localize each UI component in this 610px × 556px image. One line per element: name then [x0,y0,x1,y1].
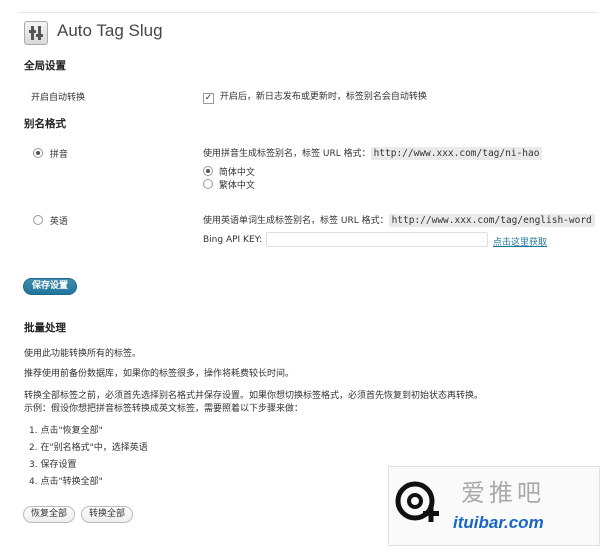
batch-processing-heading: 批量处理 [24,322,66,334]
bing-api-key-input[interactable] [266,232,488,247]
conversion-note-text: 转换全部标签之前，必须首先选择别名格式并保存设置。如果你想切换标签格式，必须首先… [24,391,484,401]
english-radio[interactable] [33,215,43,225]
restore-all-button[interactable]: 恢复全部 [23,506,76,523]
pinyin-description-row: 使用拼音生成标签别名，标签 URL 格式： http://www.xxx.com/… [203,146,543,160]
pinyin-url-example: http://www.xxx.com/tag/ni-hao [370,147,543,160]
pinyin-radio[interactable] [33,148,43,158]
step-list-item: 3. 保存设置 [29,460,77,470]
simplified-chinese-label: 简体中文 [218,168,255,178]
conversion-example-text: 示例：假设你想把拼音标签转换成英文标签，需要照着以下步骤来做： [24,404,304,414]
step-list-item: 4. 点击"转换全部" [29,477,103,487]
english-url-example: http://www.xxx.com/tag/english-word [388,214,595,227]
get-api-key-link[interactable]: 点击这里获取 [493,235,547,248]
auto-convert-checkbox[interactable]: ✓ [203,93,214,104]
at-plus-icon [395,481,439,522]
english-label: 英语 [49,217,68,227]
traditional-chinese-option[interactable]: 繁体中文 [203,178,255,191]
save-settings-button[interactable]: 保存设置 [23,278,78,295]
traditional-chinese-radio[interactable] [203,179,213,189]
auto-convert-row: ✓ 开启后，新日志发布或更新时，标签别名会自动转换 [203,89,427,104]
auto-convert-description: 开启后，新日志发布或更新时，标签别名会自动转换 [219,92,427,102]
english-description-row: 使用英语单词生成标签别名，标签 URL 格式： http://www.xxx.co… [203,213,595,227]
page-title: Auto Tag Slug [57,21,163,40]
top-divider [18,12,598,13]
simplified-chinese-radio[interactable] [203,166,213,176]
backup-recommendation-text: 推荐使用前备份数据库，如果你的标签很多，操作将耗费较长时间。 [24,369,295,379]
pinyin-option[interactable]: 拼音 [33,147,68,160]
simplified-chinese-option[interactable]: 简体中文 [203,165,255,178]
watermark-cn-text: 爱推吧 [461,479,545,507]
english-description: 使用英语单词生成标签别名，标签 URL 格式： [203,216,389,226]
pinyin-description: 使用拼音生成标签别名，标签 URL 格式： [203,149,371,159]
english-option[interactable]: 英语 [33,214,68,227]
watermark-domain: ituibar.com [453,513,544,532]
pinyin-label: 拼音 [49,150,68,160]
bing-api-key-label: Bing API KEY: [203,235,262,245]
step-list-item: 1. 点击"恢复全部" [29,426,103,436]
watermark-logo: 爱推吧 ituibar.com [388,466,600,546]
global-settings-heading: 全局设置 [24,60,66,72]
traditional-chinese-label: 繁体中文 [218,181,255,191]
auto-convert-label: 开启自动转换 [31,93,86,103]
batch-intro-text: 使用此功能转换所有的标签。 [24,349,142,359]
alias-format-heading: 别名格式 [24,118,66,130]
plugin-settings-icon [24,21,48,45]
convert-all-button[interactable]: 转换全部 [81,506,134,523]
step-list-item: 2. 在"别名格式"中，选择英语 [29,443,148,453]
